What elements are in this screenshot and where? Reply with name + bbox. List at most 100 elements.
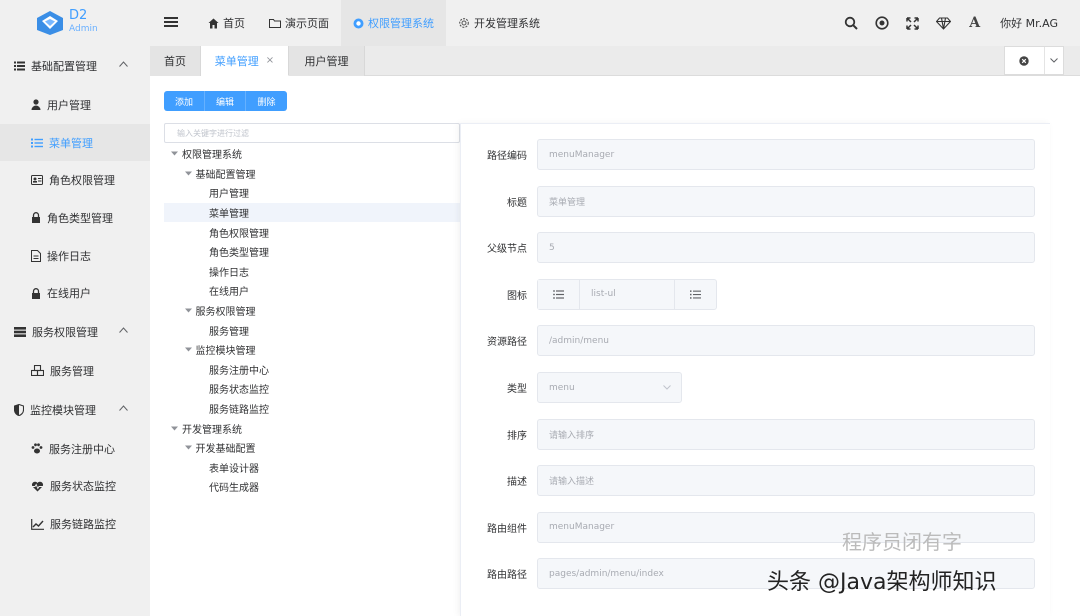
tree-node[interactable]: 开发管理系统	[164, 418, 460, 438]
tree-filter-input[interactable]	[164, 123, 460, 143]
sidebar-item-service-management[interactable]: 服务管理	[0, 352, 150, 390]
form-row-title: 标题 菜单管理	[461, 185, 1035, 217]
tree-node[interactable]: 基础配置管理	[164, 164, 460, 184]
sidebar-item-role-permission[interactable]: 角色权限管理	[0, 161, 150, 199]
tree-node-label: 监控模块管理	[195, 346, 256, 358]
sidebar-group-basic-config[interactable]: 基础配置管理	[0, 46, 150, 86]
tab-user-management[interactable]: 用户管理	[289, 46, 365, 76]
caret-down-icon[interactable]	[170, 151, 179, 156]
topnav-demo-label: 演示页面	[285, 17, 329, 30]
menu-tree: 权限管理系统基础配置管理用户管理菜单管理 角色权限管理角色类型管理 操作日志在线用户…	[164, 144, 460, 497]
tree-node[interactable]: 表单设计器	[164, 458, 460, 478]
list-ul-preview-icon	[538, 279, 580, 309]
hamburger-menu-icon[interactable]	[164, 15, 178, 29]
diamond-icon[interactable]	[928, 0, 959, 46]
form-label: 路由路径	[487, 570, 527, 581]
tree-node[interactable]: 监控模块管理	[164, 340, 460, 360]
description-input[interactable]: 请输入描述	[537, 465, 1035, 496]
tree-node-label: 基础配置管理	[195, 169, 256, 181]
tree-node[interactable]: 在线用户	[164, 281, 460, 301]
topnav-home[interactable]: 首页	[196, 0, 257, 46]
topnav-permission-label: 权限管理系统	[368, 17, 434, 30]
form-row-code: 路径编码 menuManager	[461, 139, 1035, 170]
form-label: 排序	[507, 430, 527, 442]
tree-node-label: 操作日志	[209, 267, 249, 279]
tree-node[interactable]: 角色权限管理	[164, 222, 460, 242]
tab-close-icon[interactable]: ×	[266, 55, 274, 66]
type-select[interactable]: menu	[537, 372, 682, 403]
sidebar-item-service-trace[interactable]: 服务链路监控	[0, 505, 150, 543]
sidebar-group-monitor-module[interactable]: 监控模块管理	[0, 390, 150, 430]
user-greeting[interactable]: 你好 Mr.AG	[990, 15, 1080, 31]
form-row-type: 类型 menu	[461, 372, 682, 403]
search-icon[interactable]	[835, 0, 866, 46]
parent-node-input[interactable]: 5	[537, 232, 1035, 263]
form-row-route: 路由路径 pages/admin/menu/index	[461, 558, 1035, 589]
tree-node[interactable]: 服务注册中心	[164, 360, 460, 380]
tree-node[interactable]: 菜单管理	[164, 202, 460, 223]
chevron-down-icon	[663, 385, 671, 390]
tab-menu-management[interactable]: 菜单管理 ×	[201, 46, 289, 76]
sidebar-item-service-status[interactable]: 服务状态监控	[0, 468, 150, 506]
font-icon[interactable]: A	[959, 0, 990, 46]
caret-down-icon[interactable]	[184, 308, 193, 313]
app-subtitle: Admin	[69, 24, 98, 34]
tree-node[interactable]: 代码生成器	[164, 477, 460, 497]
close-all-tabs-icon[interactable]	[1005, 47, 1044, 74]
topnav-demo[interactable]: 演示页面	[257, 0, 341, 46]
form-label: 类型	[507, 384, 527, 395]
edit-button[interactable]: 编辑	[205, 91, 246, 111]
form-row-resource: 资源路径 /admin/menu	[461, 325, 1035, 356]
sidebar-item-label: 服务注册中心	[49, 442, 115, 456]
tabs-dropdown-chevron-icon[interactable]	[1043, 47, 1063, 74]
document-icon	[31, 249, 41, 262]
sidebar-group-label: 监控模块管理	[30, 403, 96, 417]
tree-node-label: 角色类型管理	[209, 248, 269, 260]
form-label: 路径编码	[487, 151, 527, 162]
tree-node[interactable]: 服务权限管理	[164, 301, 460, 321]
path-code-input[interactable]: menuManager	[537, 139, 1035, 170]
tree-node[interactable]: 用户管理	[164, 183, 460, 203]
topnav-permission-system[interactable]: 权限管理系统	[341, 0, 446, 46]
tree-node[interactable]: 服务管理	[164, 320, 460, 340]
caret-down-icon[interactable]	[170, 426, 179, 431]
tree-node[interactable]: 权限管理系统	[164, 144, 460, 164]
tree-node[interactable]: 服务链路监控	[164, 399, 460, 419]
caret-down-icon[interactable]	[184, 347, 193, 352]
line-chart-icon	[31, 518, 44, 530]
sidebar-item-operation-log[interactable]: 操作日志	[0, 237, 150, 275]
form-label: 资源路径	[487, 337, 527, 348]
caret-down-icon[interactable]	[184, 171, 193, 176]
form-row-parent: 父级节点 5	[461, 232, 1035, 263]
title-input[interactable]: 菜单管理	[537, 185, 1035, 217]
add-button[interactable]: 添加	[164, 91, 205, 111]
caret-down-icon[interactable]	[184, 445, 193, 450]
icon-picker-button[interactable]	[674, 279, 716, 309]
fullscreen-icon[interactable]	[897, 0, 928, 46]
tab-label: 菜单管理	[214, 54, 259, 68]
tab-home[interactable]: 首页	[150, 46, 201, 76]
d2-logo-icon[interactable]	[36, 10, 64, 36]
sidebar-group-service-permission[interactable]: 服务权限管理	[0, 312, 150, 352]
sidebar-item-online-users[interactable]: 在线用户	[0, 274, 150, 312]
order-input[interactable]: 请输入排序	[537, 418, 1035, 450]
tree-node[interactable]: 开发基础配置	[164, 438, 460, 458]
tree-node[interactable]: 操作日志	[164, 262, 460, 282]
icon-input[interactable]: list-ul	[537, 278, 717, 310]
record-icon[interactable]	[866, 0, 897, 46]
topnav-dev-label: 开发管理系统	[474, 17, 540, 30]
tree-node[interactable]: 服务状态监控	[164, 379, 460, 399]
sidebar-item-role-type[interactable]: 角色类型管理	[0, 199, 150, 237]
sidebar-item-service-registry[interactable]: 服务注册中心	[0, 430, 150, 468]
tree-node-label: 服务注册中心	[209, 365, 269, 377]
resource-path-input[interactable]: /admin/menu	[537, 325, 1035, 356]
delete-button[interactable]: 删除	[246, 91, 287, 111]
sidebar-item-user-management[interactable]: 用户管理	[0, 86, 150, 124]
shield-half-icon	[14, 403, 24, 416]
form-label: 标题	[507, 197, 527, 209]
tree-node[interactable]: 角色类型管理	[164, 242, 460, 262]
home-icon	[208, 18, 219, 28]
sidebar-item-menu-management[interactable]: 菜单管理	[0, 123, 150, 162]
tree-node-label: 菜单管理	[209, 209, 249, 221]
topnav-dev-system[interactable]: 开发管理系统	[446, 0, 552, 46]
